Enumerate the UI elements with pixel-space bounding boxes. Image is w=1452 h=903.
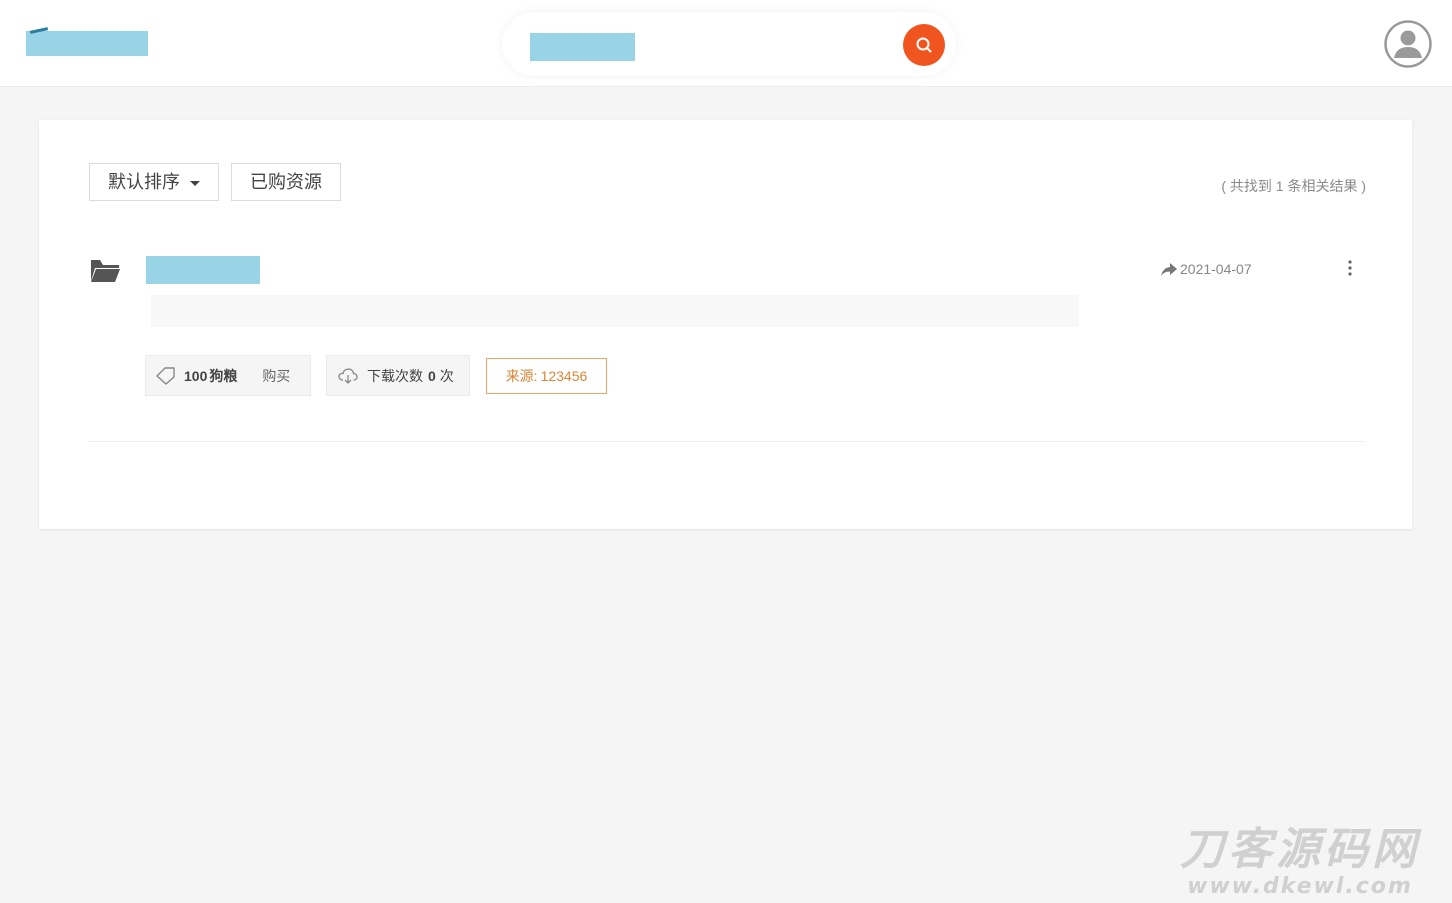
result-date: 2021-04-07 — [1180, 261, 1252, 277]
result-title[interactable] — [146, 256, 260, 284]
search-icon — [916, 37, 932, 53]
share-icon — [1161, 262, 1177, 276]
bought-resources-button[interactable]: 已购资源 — [231, 163, 341, 201]
download-suffix: 次 — [439, 367, 454, 384]
cloud-download-icon — [338, 367, 358, 384]
results-panel: 默认排序 已购资源 ( 共找到 1 条相关结果 ) 2021-04-07 100… — [39, 120, 1412, 529]
price-unit: 狗粮 — [209, 367, 238, 384]
chevron-down-icon — [190, 180, 200, 186]
watermark: 刀客源码网 www.dkewl.com — [1160, 826, 1440, 900]
source-label: 来源: — [505, 368, 538, 384]
download-count: 0 — [428, 367, 436, 384]
search-input[interactable] — [530, 33, 635, 61]
download-label: 下载次数 — [367, 367, 423, 384]
folder-open-icon — [91, 260, 120, 282]
price-value: 100 — [184, 367, 208, 384]
result-count: ( 共找到 1 条相关结果 ) — [1221, 178, 1366, 194]
share-date[interactable]: 2021-04-07 — [1161, 261, 1252, 277]
search-button[interactable] — [903, 24, 945, 66]
download-count-tag: 下载次数 0 次 — [326, 355, 470, 396]
source-tag: 来源: 123456 — [486, 358, 607, 394]
sort-dropdown[interactable]: 默认排序 — [89, 163, 219, 201]
price-tag[interactable]: 100 狗粮 购买 — [145, 355, 311, 396]
source-value: 123456 — [540, 368, 588, 384]
result-description — [151, 295, 1079, 327]
site-logo[interactable] — [26, 31, 148, 56]
more-vertical-icon[interactable] — [1344, 259, 1356, 277]
user-avatar-icon[interactable] — [1384, 20, 1432, 68]
watermark-url: www.dkewl.com — [1187, 874, 1413, 899]
sort-label: 默认排序 — [108, 172, 180, 192]
divider — [89, 441, 1365, 442]
buy-label: 购买 — [262, 367, 291, 384]
tag-icon — [156, 366, 175, 385]
watermark-title: 刀客源码网 — [1180, 824, 1420, 875]
top-header — [0, 0, 1452, 87]
